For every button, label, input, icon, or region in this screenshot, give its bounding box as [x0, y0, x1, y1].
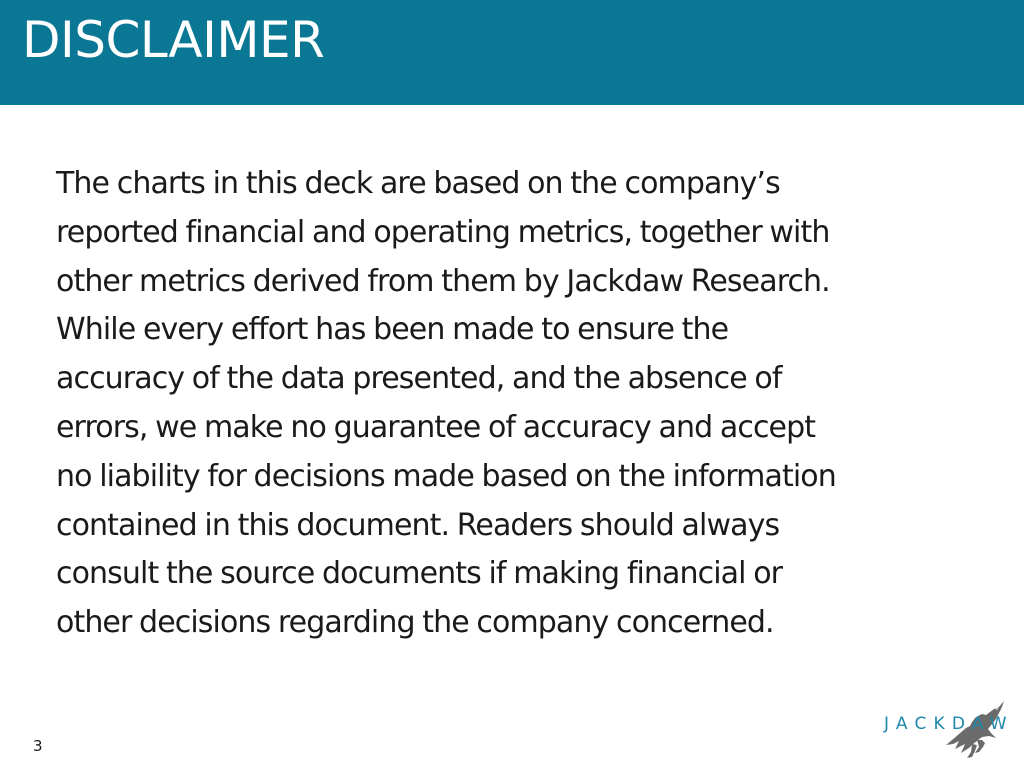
disclaimer-line: other metrics derived from them by Jackd…	[56, 263, 831, 299]
slide-title: DISCLAIMER	[22, 11, 325, 69]
logo-wordmark: JACKDAW	[884, 714, 1014, 734]
disclaimer-line: other decisions regarding the company co…	[56, 605, 775, 641]
jackdaw-logo: JACKDAW	[884, 700, 1014, 760]
title-banner: DISCLAIMER	[0, 0, 1024, 105]
disclaimer-line: reported financial and operating metrics…	[56, 214, 830, 250]
disclaimer-line: contained in this document. Readers shou…	[56, 507, 780, 543]
disclaimer-line: no liability for decisions made based on…	[56, 458, 837, 494]
page-number: 3	[33, 737, 43, 755]
disclaimer-line: accuracy of the data presented, and the …	[56, 361, 782, 397]
disclaimer-line: consult the source documents if making f…	[56, 556, 783, 592]
disclaimer-line: The charts in this deck are based on the…	[56, 166, 781, 201]
disclaimer-line: While every effort has been made to ensu…	[56, 312, 729, 348]
disclaimer-text: The charts in this deck are based on the…	[56, 160, 996, 648]
disclaimer-line: errors, we make no guarantee of accuracy…	[56, 409, 816, 445]
